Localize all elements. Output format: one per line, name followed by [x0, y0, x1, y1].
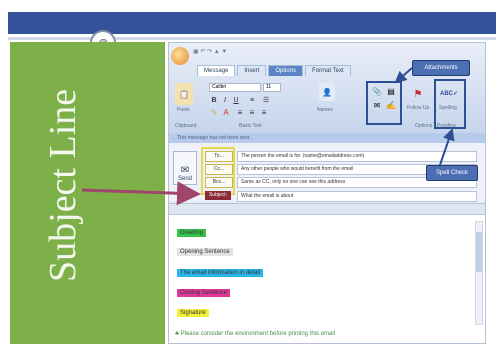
quick-access-toolbar[interactable]: ▣ ↶ ↷ ▲ ▼ — [193, 48, 227, 55]
body-scrollbar[interactable] — [475, 221, 483, 325]
highlight-icon[interactable]: ✎ — [209, 107, 219, 117]
scroll-thumb[interactable] — [476, 232, 482, 272]
send-icon: ✉ — [180, 165, 190, 176]
bcc-button[interactable]: Bcc... — [205, 177, 233, 188]
align-left-icon[interactable]: ≡ — [235, 107, 245, 117]
tab-insert[interactable]: Insert — [237, 65, 267, 76]
tab-options[interactable]: Options — [268, 65, 304, 76]
slide-top-bar — [8, 12, 496, 40]
to-field[interactable]: The person the email is for. (name@email… — [237, 151, 477, 162]
subject-label: Subject: — [205, 191, 231, 200]
unsent-notice: This message has not been sent. — [169, 133, 485, 143]
font-color-icon[interactable]: A — [221, 107, 231, 117]
environment-note-text: Please consider the environment before p… — [180, 331, 336, 337]
subject-field[interactable]: What the email is about — [237, 191, 477, 202]
numbering-icon[interactable]: ☰ — [261, 95, 271, 105]
underline-icon[interactable]: U — [231, 95, 241, 105]
tab-format-text[interactable]: Format Text — [305, 65, 351, 76]
basic-text-group-label: Basic Text — [239, 123, 262, 129]
body-section-signature: Signature — [177, 309, 209, 317]
spell-check-callout: Spell Check — [426, 165, 478, 181]
font-name-select[interactable]: Calibri — [209, 83, 261, 92]
follow-up-flag-icon[interactable]: ⚑ — [411, 87, 425, 101]
address-book-icon[interactable]: 👤 — [319, 83, 335, 101]
message-body[interactable]: Greeting Opening Sentence The email info… — [169, 215, 485, 343]
office-button-icon[interactable] — [171, 47, 189, 65]
send-button[interactable]: ✉ Send — [173, 151, 197, 185]
body-section-greeting: Greeting — [177, 229, 207, 237]
cc-button[interactable]: Cc... — [205, 164, 233, 175]
to-button[interactable]: To... — [205, 151, 233, 162]
send-label: Send — [177, 176, 192, 182]
attachments-callout: Attachments — [412, 60, 470, 76]
names-group-label: Names — [317, 107, 333, 113]
body-section-opening: Opening Sentence — [177, 248, 233, 256]
follow-up-label: Follow Up — [407, 105, 430, 111]
outlook-compose-window: ▣ ↶ ↷ ▲ ▼ Message Insert Options Format … — [168, 42, 486, 344]
bold-icon[interactable]: B — [209, 95, 219, 105]
body-section-information: The email information in detail — [177, 269, 264, 277]
environment-note: ♣ Please consider the environment before… — [175, 331, 335, 337]
body-section-closing: Closing Sentence — [177, 289, 231, 297]
ribbon-tabs: Message Insert Options Format Text — [197, 65, 351, 76]
ribbon: ▣ ↶ ↷ ▲ ▼ Message Insert Options Format … — [169, 43, 485, 134]
side-title: Subject Line — [42, 88, 84, 282]
ruler — [169, 203, 485, 215]
italic-icon[interactable]: I — [220, 95, 230, 105]
align-center-icon[interactable]: ≡ — [247, 107, 257, 117]
paste-icon[interactable]: 📋 — [175, 83, 193, 105]
options-group-label: Options — [415, 123, 433, 129]
font-size-select[interactable]: 11 — [263, 83, 281, 92]
bullets-icon[interactable]: ≡ — [247, 95, 257, 105]
spell-check-highlight — [434, 79, 466, 129]
clipboard-group-label: Clipboard — [175, 123, 197, 129]
attachments-highlight — [366, 81, 402, 125]
paste-label: Paste — [177, 107, 190, 113]
tab-message[interactable]: Message — [197, 65, 236, 76]
align-right-icon[interactable]: ≡ — [259, 107, 269, 117]
